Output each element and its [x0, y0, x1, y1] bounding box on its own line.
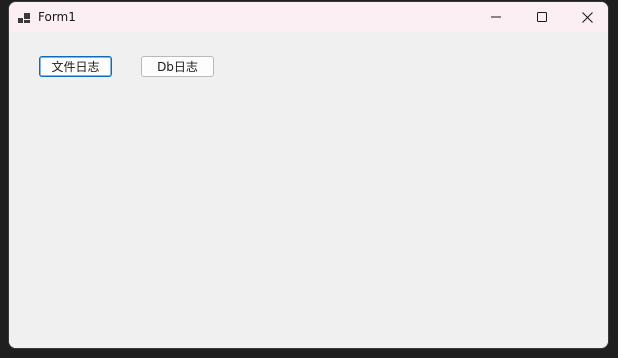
- app-window: Form1 文件日志 Db日志: [8, 1, 609, 349]
- close-button[interactable]: [564, 2, 608, 32]
- maximize-icon: [537, 12, 547, 22]
- title-bar[interactable]: Form1: [9, 2, 608, 32]
- close-icon: [581, 11, 593, 23]
- app-window-icon: [18, 10, 30, 23]
- window-title: Form1: [38, 10, 76, 24]
- db-log-button-label: Db日志: [157, 59, 198, 74]
- minimize-button[interactable]: [473, 2, 519, 32]
- db-log-button[interactable]: Db日志: [141, 56, 214, 77]
- form-client-area: 文件日志 Db日志: [9, 32, 608, 348]
- file-log-button-label: 文件日志: [51, 59, 100, 74]
- maximize-button[interactable]: [519, 2, 565, 32]
- minimize-icon: [491, 12, 501, 22]
- file-log-button[interactable]: 文件日志: [39, 56, 112, 77]
